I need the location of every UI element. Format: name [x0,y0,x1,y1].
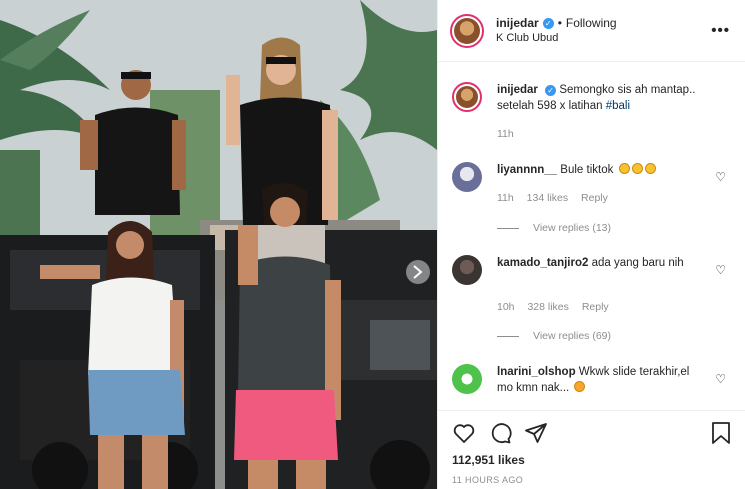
comment-username[interactable]: kamado_tanjiro2 [497,257,588,269]
laughing-emoji-icon [644,163,656,174]
share-icon[interactable] [524,421,548,445]
caption: inijedar ✓ Semongko sis ah mantap.. sete… [452,82,732,152]
follow-status-button[interactable]: Following [566,16,617,31]
post-timestamp: 11 HOURS AGO [452,475,524,485]
reply-button[interactable]: Reply [582,301,609,313]
comment-like-icon[interactable]: ♡ [715,263,726,277]
location-link[interactable]: K Club Ubud [496,31,617,46]
hashtag-link[interactable]: #bali [606,100,630,112]
comment-meta: 10h 328 likes Reply [497,301,619,313]
post-actions: 112,951 likes 11 HOURS AGO [438,410,745,489]
verified-icon: ✓ [542,17,554,29]
view-replies-button[interactable]: View replies (13) [497,222,611,234]
comment-avatar[interactable] [452,255,482,285]
more-options-icon[interactable]: ••• [711,22,730,39]
header-separator: • [557,15,562,30]
verified-icon: ✓ [545,85,557,96]
laughing-emoji-icon [618,163,630,174]
caption-text-line1: Semongko sis ah mantap.. [559,84,696,96]
comment-item: lnarini_olshop Wkwk slide terakhir,el mo… [452,364,732,410]
post-media[interactable] [0,0,437,489]
comment-like-icon[interactable]: ♡ [715,372,726,386]
replies-divider [497,335,519,337]
header-username[interactable]: inijedar [496,16,539,31]
comment-text: ada yang baru nih [591,257,684,269]
comment-avatar[interactable] [452,162,482,192]
post-photo [0,0,437,489]
laughing-emoji-icon [631,163,643,174]
comment-likes[interactable]: 328 likes [527,301,568,313]
avatar[interactable] [450,13,484,48]
post-header: inijedar ✓ • Following K Club Ubud ••• [438,0,745,62]
view-replies-label: View replies (13) [533,222,612,234]
caption-avatar[interactable] [452,82,482,112]
bookmark-icon[interactable] [710,421,732,445]
caption-username[interactable]: inijedar [497,84,538,96]
comment-text: Bule tiktok [560,164,614,176]
instagram-post: inijedar ✓ • Following K Club Ubud ••• i… [0,0,745,489]
comment-avatar[interactable] [452,364,482,394]
caption-text-line2: setelah 598 x latihan [497,100,603,112]
replies-divider [497,227,519,229]
comment-like-icon[interactable]: ♡ [715,170,726,184]
comment-item: kamado_tanjiro2 ada yang baru nih ♡ 10h … [452,255,732,350]
comment-item: liyannnn__ Bule tiktok ♡ 11h 134 likes R… [452,162,732,242]
comment-meta: 11h 134 likes Reply [497,192,618,204]
heart-icon[interactable] [452,421,476,445]
likes-count[interactable]: 112,951 likes [452,453,525,467]
heart-eyes-emoji-icon [574,381,586,392]
comment-icon[interactable] [488,421,512,445]
comments-list[interactable]: inijedar ✓ Semongko sis ah mantap.. sete… [438,62,745,410]
caption-time: 11h [497,128,514,140]
comment-username[interactable]: lnarini_olshop [497,366,576,378]
view-replies-label: View replies (69) [533,330,612,342]
comment-time: 11h [497,192,514,204]
comment-time: 10h [497,301,515,313]
caption-meta: 11h [497,128,524,140]
comment-likes[interactable]: 134 likes [527,192,568,204]
comment-username[interactable]: liyannnn__ [497,164,557,176]
post-sidebar: inijedar ✓ • Following K Club Ubud ••• i… [437,0,745,489]
reply-button[interactable]: Reply [581,192,608,204]
view-replies-button[interactable]: View replies (69) [497,330,611,342]
